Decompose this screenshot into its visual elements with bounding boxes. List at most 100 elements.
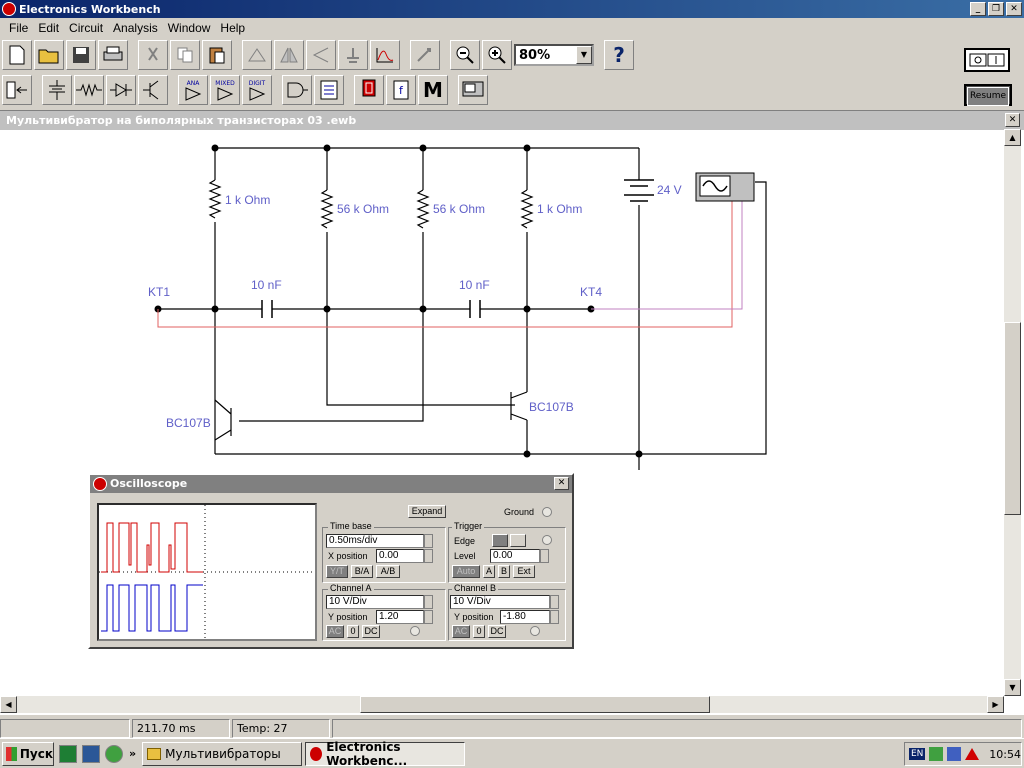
falling-edge-button[interactable]: [510, 534, 526, 547]
new-file-button[interactable]: [2, 40, 32, 70]
resistor-icon: [76, 83, 102, 97]
horizontal-scroll-thumb[interactable]: [360, 696, 710, 713]
circuit-canvas[interactable]: 1 k Ohm 56 k Ohm 56 k Ohm 1 k Ohm 10 nF …: [0, 130, 1000, 470]
vertical-scroll-thumb[interactable]: [1004, 322, 1021, 515]
graph-button[interactable]: [370, 40, 400, 70]
word-icon[interactable]: [82, 744, 100, 763]
menu-edit[interactable]: Edit: [33, 21, 64, 35]
favorites-bin-button[interactable]: [2, 75, 32, 105]
save-button[interactable]: [66, 40, 96, 70]
component-properties-button[interactable]: [338, 40, 368, 70]
quicklaunch-app-icon[interactable]: [105, 744, 123, 763]
analog-ics-bin-button[interactable]: ANA: [178, 75, 208, 105]
indicators-bin-button[interactable]: [354, 75, 384, 105]
vertical-scrollbar[interactable]: [1004, 129, 1021, 696]
digital-bin-button[interactable]: [314, 75, 344, 105]
horizontal-scrollbar[interactable]: [0, 696, 1004, 713]
trigger-b-button[interactable]: B: [498, 565, 510, 578]
level-field[interactable]: 0.00: [490, 549, 540, 563]
oscilloscope-close-icon[interactable]: ✕: [554, 477, 569, 490]
safely-remove-icon[interactable]: [965, 748, 980, 760]
channel-a-scale-field[interactable]: 10 V/Div: [326, 595, 424, 609]
channel-b-scale-spinner[interactable]: [550, 595, 559, 609]
scroll-down-icon[interactable]: ▼: [1004, 679, 1021, 696]
channel-b-terminal[interactable]: [530, 626, 540, 636]
yt-mode-button[interactable]: Y/T: [326, 565, 348, 578]
transistors-bin-button[interactable]: [138, 75, 168, 105]
zoom-out-button[interactable]: [450, 40, 480, 70]
channel-a-dc-button[interactable]: DC: [362, 625, 380, 638]
channel-a-scale-spinner[interactable]: [424, 595, 433, 609]
tray-app-icon[interactable]: [929, 747, 944, 761]
channel-a-terminal[interactable]: [410, 626, 420, 636]
menu-window[interactable]: Window: [163, 21, 216, 35]
print-button[interactable]: [98, 40, 128, 70]
help-button[interactable]: ?: [604, 40, 634, 70]
channel-b-dc-button[interactable]: DC: [488, 625, 506, 638]
clock[interactable]: 10:54: [989, 748, 1021, 761]
paste-button[interactable]: [202, 40, 232, 70]
minimize-button[interactable]: _: [970, 2, 986, 16]
task-multivibrators[interactable]: Мультивибраторы: [142, 741, 303, 766]
zoom-select[interactable]: 80% ▼: [514, 44, 594, 66]
menu-file[interactable]: File: [4, 21, 33, 35]
channel-b-scale-field[interactable]: 10 V/Div: [450, 595, 550, 609]
time-base-spinner[interactable]: [424, 534, 433, 548]
cut-button[interactable]: [138, 40, 168, 70]
ba-mode-button[interactable]: B/A: [351, 565, 373, 578]
channel-a-ac-button[interactable]: AC: [326, 625, 344, 638]
channel-b-ypos-field[interactable]: -1.80: [500, 610, 550, 624]
x-position-field[interactable]: 0.00: [376, 549, 424, 563]
channel-a-ypos-field[interactable]: 1.20: [376, 610, 424, 624]
channel-b-zero-button[interactable]: 0: [473, 625, 485, 638]
sources-bin-button[interactable]: [42, 75, 72, 105]
instruments-bin-button[interactable]: [458, 75, 488, 105]
level-spinner[interactable]: [540, 549, 549, 563]
trigger-a-button[interactable]: A: [483, 565, 495, 578]
copy-button[interactable]: [170, 40, 200, 70]
quicklaunch-chevron-icon[interactable]: »: [129, 747, 136, 760]
channel-a-zero-button[interactable]: 0: [347, 625, 359, 638]
zoom-in-button[interactable]: [482, 40, 512, 70]
channel-a-ypos-spinner[interactable]: [424, 610, 433, 624]
flip-vertical-button[interactable]: [306, 40, 336, 70]
miscellaneous-bin-button[interactable]: M: [418, 75, 448, 105]
open-file-button[interactable]: [34, 40, 64, 70]
document-close-icon[interactable]: ✕: [1005, 113, 1020, 127]
power-switch[interactable]: [964, 48, 1010, 72]
ground-terminal[interactable]: [542, 507, 552, 517]
trigger-ext-button[interactable]: Ext: [513, 565, 535, 578]
start-button[interactable]: Пуск: [2, 741, 54, 766]
menu-analysis[interactable]: Analysis: [108, 21, 163, 35]
rotate-button[interactable]: [242, 40, 272, 70]
restore-button[interactable]: ❐: [988, 2, 1004, 16]
channel-b-ac-button[interactable]: AC: [452, 625, 470, 638]
chevron-down-icon[interactable]: ▼: [576, 46, 592, 64]
expand-button[interactable]: Expand: [408, 505, 446, 518]
ab-mode-button[interactable]: A/B: [376, 565, 400, 578]
scroll-left-icon[interactable]: ◀: [0, 696, 17, 713]
task-electronics-workbench[interactable]: Electronics Workbenc...: [305, 740, 466, 768]
excel-icon[interactable]: [59, 744, 77, 763]
mixed-ics-bin-button[interactable]: MIXED: [210, 75, 240, 105]
menu-help[interactable]: Help: [215, 21, 250, 35]
menu-circuit[interactable]: Circuit: [64, 21, 108, 35]
scroll-right-icon[interactable]: ▶: [987, 696, 1004, 713]
language-indicator[interactable]: EN: [909, 748, 926, 760]
x-position-spinner[interactable]: [424, 549, 433, 563]
scroll-up-icon[interactable]: ▲: [1004, 129, 1021, 146]
ext-trigger-terminal[interactable]: [542, 535, 552, 545]
trigger-auto-button[interactable]: Auto: [452, 565, 480, 578]
channel-b-ypos-spinner[interactable]: [550, 610, 559, 624]
time-base-field[interactable]: 0.50ms/div: [326, 534, 424, 548]
close-button[interactable]: ✕: [1006, 2, 1022, 16]
flip-horizontal-button[interactable]: [274, 40, 304, 70]
logic-gates-bin-button[interactable]: [282, 75, 312, 105]
diodes-bin-button[interactable]: [106, 75, 136, 105]
create-subcircuit-button[interactable]: [410, 40, 440, 70]
basic-bin-button[interactable]: [74, 75, 104, 105]
network-icon[interactable]: [947, 747, 962, 761]
digital-ics-bin-button[interactable]: DIGIT: [242, 75, 272, 105]
rising-edge-button[interactable]: [492, 534, 508, 547]
controls-bin-button[interactable]: f: [386, 75, 416, 105]
